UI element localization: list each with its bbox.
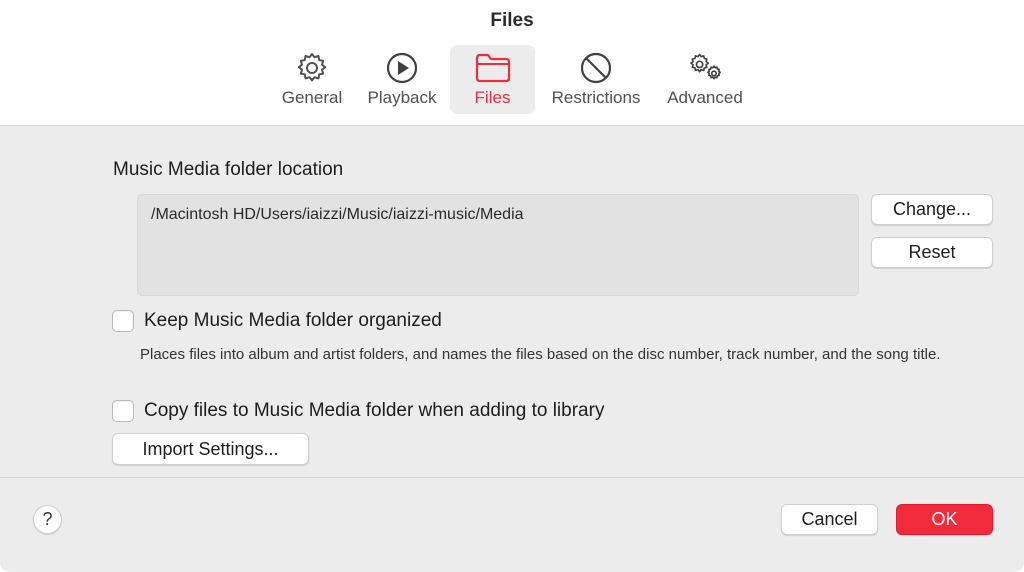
keep-organized-checkbox[interactable] (112, 310, 134, 332)
toolbar: Files General Playback Files Restriction… (0, 0, 1024, 126)
tab-general-label: General (281, 88, 343, 107)
media-folder-path: /Macintosh HD/Users/iaizzi/Music/iaizzi-… (151, 206, 524, 223)
window-title: Files (490, 10, 534, 31)
gear-icon (294, 51, 330, 85)
keep-organized-label[interactable]: Keep Music Media folder organized (144, 310, 442, 332)
tab-restrictions-label: Restrictions (551, 88, 641, 107)
folder-icon (475, 51, 511, 85)
change-button[interactable]: Change... (871, 194, 993, 225)
tab-files-label: Files (474, 88, 511, 107)
tab-advanced-label: Advanced (667, 88, 743, 107)
tab-files[interactable]: Files (450, 45, 535, 114)
copy-files-row: Copy files to Music Media folder when ad… (112, 400, 604, 422)
media-folder-location-label: Music Media folder location (113, 159, 344, 180)
tab-playback-label: Playback (367, 88, 437, 107)
tab-general[interactable]: General (276, 45, 348, 114)
tab-advanced[interactable]: Advanced (661, 45, 749, 114)
prohibited-icon (578, 51, 614, 85)
tab-playback[interactable]: Playback (362, 45, 442, 114)
footer-divider (0, 477, 1024, 478)
help-button[interactable]: ? (33, 505, 62, 534)
preferences-window: Files General Playback Files Restriction… (0, 0, 1024, 572)
copy-files-label[interactable]: Copy files to Music Media folder when ad… (144, 400, 604, 422)
play-circle-icon (384, 51, 420, 85)
copy-files-checkbox[interactable] (112, 400, 134, 422)
cancel-button[interactable]: Cancel (781, 504, 878, 535)
reset-button[interactable]: Reset (871, 237, 993, 268)
import-settings-button[interactable]: Import Settings... (112, 433, 309, 465)
ok-button[interactable]: OK (896, 504, 993, 535)
keep-organized-row: Keep Music Media folder organized (112, 310, 442, 332)
tab-restrictions[interactable]: Restrictions (544, 45, 648, 114)
gears-icon (687, 51, 723, 85)
files-pane: Music Media folder location /Macintosh H… (0, 127, 1024, 477)
keep-organized-description: Places files into album and artist folde… (140, 346, 941, 363)
media-folder-path-field: /Macintosh HD/Users/iaizzi/Music/iaizzi-… (137, 194, 859, 296)
